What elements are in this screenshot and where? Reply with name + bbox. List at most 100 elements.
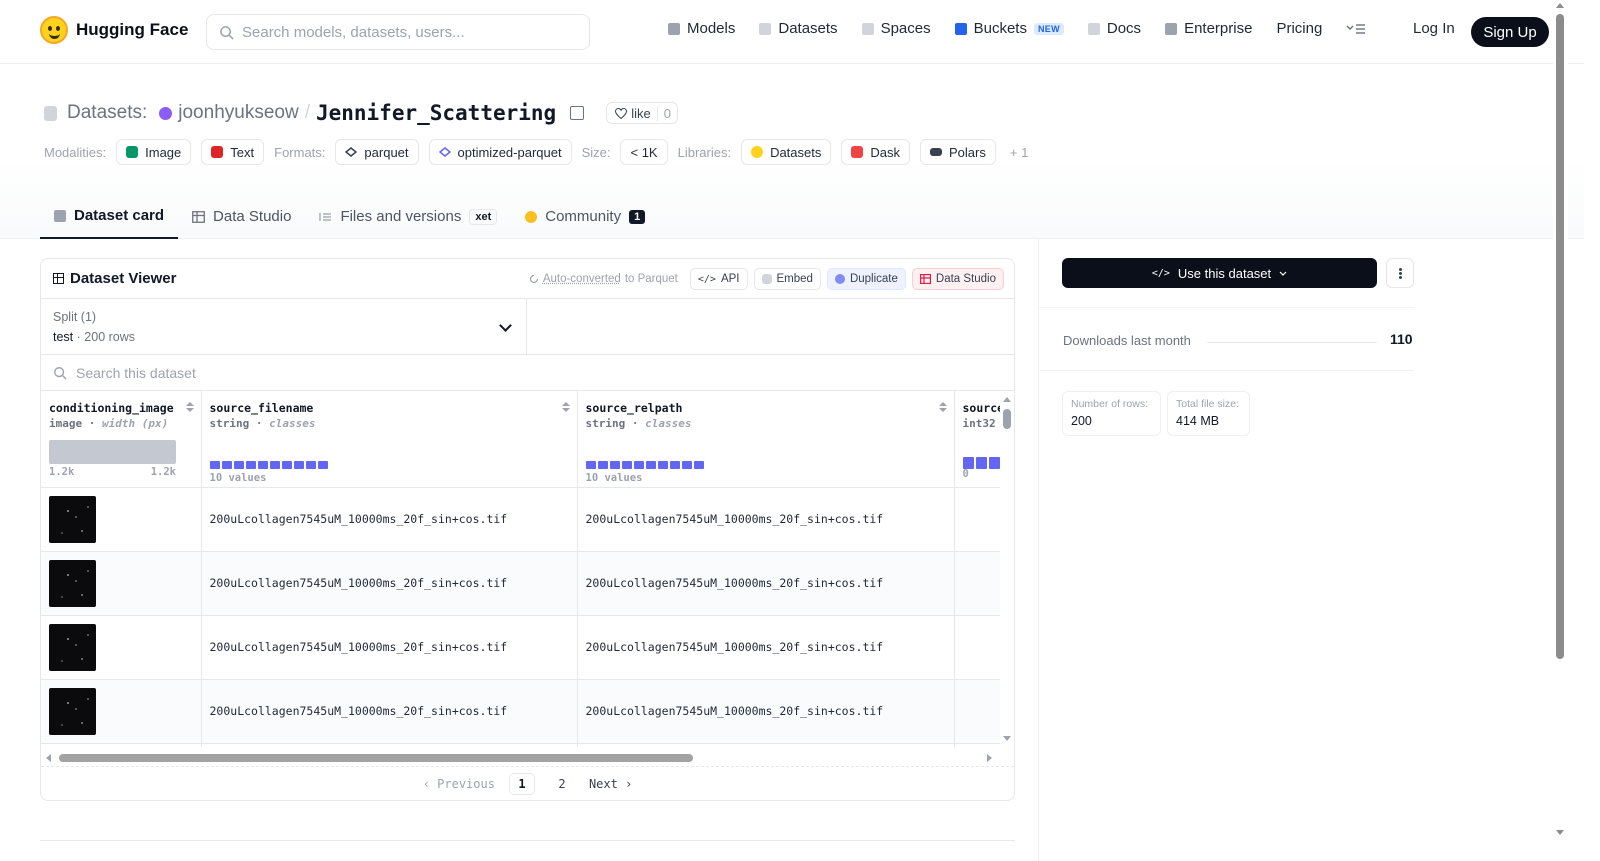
- data-studio-icon: [919, 274, 931, 284]
- tag-dask[interactable]: Dask: [841, 139, 910, 165]
- histogram[interactable]: [49, 440, 176, 464]
- page-2-button[interactable]: 2: [549, 773, 575, 795]
- tag-datasets-lib[interactable]: Datasets: [741, 139, 832, 165]
- image-cell[interactable]: [41, 615, 202, 680]
- nav-more-menu[interactable]: [1346, 23, 1366, 35]
- copy-icon[interactable]: [570, 106, 585, 120]
- class-distribution[interactable]: [585, 461, 946, 469]
- scroll-thumb[interactable]: [1003, 409, 1011, 429]
- tab-data-studio[interactable]: Data Studio: [178, 194, 305, 239]
- use-this-dataset-button[interactable]: </> Use this dataset: [1062, 258, 1377, 288]
- tab-dataset-card[interactable]: Dataset card: [40, 194, 179, 239]
- scroll-down-icon[interactable]: [1003, 736, 1011, 741]
- tag-polars[interactable]: Polars: [920, 139, 996, 165]
- libraries-more[interactable]: + 1: [1010, 145, 1028, 160]
- nav-enterprise[interactable]: Enterprise: [1165, 20, 1252, 37]
- scroll-right-icon[interactable]: [987, 754, 992, 762]
- column-header[interactable]: conditioning_image image · width (px) 1.…: [41, 391, 202, 488]
- column-header[interactable]: source_relpath string · classes 10 value…: [577, 391, 955, 488]
- split-label: Split (1): [53, 310, 97, 324]
- tag-optimized-parquet[interactable]: optimized-parquet: [428, 139, 572, 165]
- page-scrollbar[interactable]: [1553, 0, 1568, 861]
- column-type: image · width (px): [49, 417, 169, 430]
- sort-icon[interactable]: [939, 402, 946, 412]
- table-vertical-scrollbar[interactable]: [1000, 391, 1014, 747]
- owner-avatar[interactable]: [159, 106, 173, 120]
- tab-community[interactable]: Community 1: [511, 194, 659, 239]
- previous-page-button[interactable]: ‹ Previous: [423, 777, 495, 791]
- duplicate-button[interactable]: Duplicate: [826, 268, 906, 290]
- table-row[interactable]: [41, 743, 1014, 747]
- nav-datasets-label: Datasets: [778, 20, 838, 37]
- dataset-viewer: Dataset Viewer Auto-converted to Parquet …: [40, 258, 1015, 801]
- nav-datasets[interactable]: Datasets: [759, 20, 838, 37]
- scroll-down-icon[interactable]: [1556, 830, 1564, 835]
- table-cell[interactable]: 200uLcollagen7545uM_10000ms_20f_sin+cos.…: [577, 679, 955, 744]
- scroll-thumb[interactable]: [1556, 14, 1564, 659]
- data-studio-button[interactable]: Data Studio: [911, 268, 1004, 290]
- chevron-down-icon: [1279, 271, 1287, 276]
- class-distribution[interactable]: [209, 461, 569, 469]
- image-cell[interactable]: [41, 679, 202, 744]
- embed-button[interactable]: Embed: [753, 268, 821, 290]
- image-thumbnail[interactable]: [49, 623, 96, 671]
- like-button[interactable]: like 0: [606, 102, 678, 124]
- login-link[interactable]: Log In: [1413, 20, 1455, 37]
- table-row[interactable]: 200uLcollagen7545uM_10000ms_20f_sin+cos.…: [41, 551, 1014, 616]
- dataset-title-row: Datasets: joonhyukseow / Jennifer_Scatte…: [44, 101, 678, 125]
- nav-docs[interactable]: Docs: [1087, 20, 1141, 37]
- table-cell[interactable]: 200uLcollagen7545uM_10000ms_20f_sin+cos.…: [201, 487, 578, 552]
- table-cell[interactable]: 200uLcollagen7545uM_10000ms_20f_sin+cos.…: [577, 487, 955, 552]
- image-cell[interactable]: [41, 743, 202, 747]
- scroll-up-icon[interactable]: [1556, 3, 1564, 8]
- split-selector[interactable]: Split (1) test · 200 rows: [41, 299, 527, 355]
- owner-link[interactable]: joonhyukseow: [178, 102, 298, 124]
- nav-models[interactable]: Models: [668, 20, 735, 37]
- signup-button[interactable]: Sign Up: [1471, 17, 1549, 47]
- global-search-input[interactable]: [242, 23, 572, 41]
- image-thumbnail[interactable]: [49, 687, 96, 735]
- tab-files-and-versions[interactable]: Files and versions xet: [305, 194, 511, 239]
- tag-image[interactable]: Image: [116, 139, 192, 165]
- nav-spaces[interactable]: Spaces: [861, 20, 931, 37]
- brand-logo[interactable]: Hugging Face: [40, 16, 188, 44]
- more-options-button[interactable]: [1386, 258, 1414, 288]
- next-page-button[interactable]: Next ›: [589, 777, 632, 791]
- page-1-button[interactable]: 1: [508, 772, 535, 795]
- refresh-icon: [529, 274, 538, 284]
- table-cell[interactable]: 200uLcollagen7545uM_10000ms_20f_sin+cos.…: [577, 615, 955, 680]
- image-cell[interactable]: [41, 487, 202, 552]
- scroll-left-icon[interactable]: [46, 754, 51, 762]
- scroll-thumb[interactable]: [59, 754, 693, 762]
- nav-spaces-label: Spaces: [880, 20, 931, 37]
- api-button[interactable]: </> API: [689, 268, 748, 290]
- table-cell[interactable]: [577, 743, 955, 747]
- table-row[interactable]: 200uLcollagen7545uM_10000ms_20f_sin+cos.…: [41, 615, 1014, 680]
- dataset-tabs: Dataset card Data Studio Files and versi…: [40, 194, 659, 239]
- sort-icon[interactable]: [562, 402, 569, 412]
- table-cell[interactable]: 200uLcollagen7545uM_10000ms_20f_sin+cos.…: [201, 551, 578, 616]
- nav-buckets[interactable]: Buckets NEW: [954, 20, 1064, 37]
- image-thumbnail[interactable]: [49, 559, 96, 607]
- scroll-up-icon[interactable]: [1003, 397, 1011, 402]
- viewer-search-input[interactable]: [76, 364, 576, 381]
- table-cell[interactable]: 200uLcollagen7545uM_10000ms_20f_sin+cos.…: [201, 679, 578, 744]
- auto-converted-link[interactable]: Auto-converted: [543, 273, 621, 285]
- viewer-search[interactable]: [41, 355, 1014, 391]
- sort-icon[interactable]: [186, 402, 193, 412]
- dataset-name[interactable]: Jennifer_Scattering: [316, 101, 556, 125]
- table-row[interactable]: 200uLcollagen7545uM_10000ms_20f_sin+cos.…: [41, 679, 1014, 744]
- table-cell[interactable]: 200uLcollagen7545uM_10000ms_20f_sin+cos.…: [201, 615, 578, 680]
- tag-parquet[interactable]: parquet: [335, 139, 419, 165]
- table-cell[interactable]: 200uLcollagen7545uM_10000ms_20f_sin+cos.…: [577, 551, 955, 616]
- table-row[interactable]: 200uLcollagen7545uM_10000ms_20f_sin+cos.…: [41, 487, 1014, 552]
- image-cell[interactable]: [41, 551, 202, 616]
- tag-text[interactable]: Text: [201, 139, 265, 165]
- column-header[interactable]: source_filename string · classes 10 valu…: [201, 391, 578, 488]
- tag-size[interactable]: < 1K: [620, 139, 668, 165]
- image-thumbnail[interactable]: [49, 495, 96, 543]
- table-cell[interactable]: [201, 743, 578, 747]
- table-horizontal-scrollbar[interactable]: [41, 751, 1014, 765]
- global-search[interactable]: [206, 14, 590, 50]
- nav-pricing[interactable]: Pricing: [1276, 20, 1322, 37]
